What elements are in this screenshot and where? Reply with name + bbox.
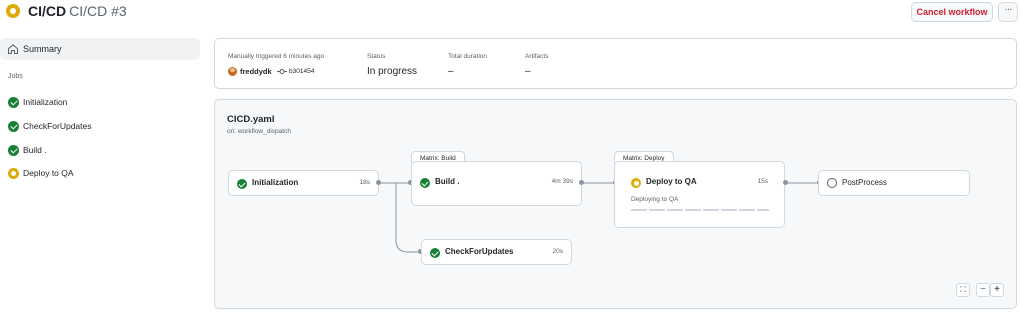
check-circle-icon — [420, 178, 430, 188]
git-commit-icon — [277, 68, 287, 75]
fullscreen-button[interactable]: ⛶ — [956, 283, 970, 297]
workflow-graph: CICD.yaml on: workflow_dispatch Initiali… — [214, 99, 1017, 309]
run-title: CI/CD CI/CD #3 — [28, 2, 127, 20]
job-name: CheckForUpdates — [445, 247, 514, 256]
graph-job-build[interactable]: Build . 4m 39s — [411, 161, 582, 206]
sidebar-item-summary[interactable]: Summary — [0, 38, 200, 60]
sidebar-summary-label: Summary — [23, 44, 62, 54]
status-label: Status — [367, 53, 386, 60]
total-duration-label: Total duration — [448, 53, 488, 60]
jobs-heading: Jobs — [8, 73, 23, 80]
more-options-button[interactable]: ··· — [998, 2, 1018, 22]
run-name: CI/CD #3 — [69, 3, 127, 19]
status-value: In progress — [367, 66, 418, 77]
step-progress-bar — [631, 209, 769, 211]
job-name: Build . — [435, 177, 460, 186]
in-progress-icon — [8, 168, 19, 179]
artifacts-value: – — [525, 66, 531, 77]
job-name: Initialization — [252, 178, 299, 187]
job-duration: 18s — [359, 179, 370, 186]
circle-icon — [827, 178, 837, 188]
zoom-in-button[interactable]: + — [990, 283, 1004, 297]
connector-dot — [376, 180, 381, 185]
sidebar-job-checkforupdates[interactable]: CheckForUpdates — [0, 119, 200, 135]
connector-dot — [783, 180, 788, 185]
sidebar-job-build[interactable]: Build . — [0, 143, 200, 159]
zoom-out-button[interactable]: − — [976, 283, 990, 297]
commit-sha-link[interactable]: b301454 — [289, 68, 314, 75]
trigger-label: Manually triggered 6 minutes ago — [228, 53, 325, 60]
check-circle-icon — [430, 248, 440, 258]
in-progress-icon — [631, 178, 641, 188]
check-circle-icon — [8, 97, 19, 108]
sidebar-job-label: CheckForUpdates — [23, 121, 92, 131]
total-duration-value: – — [448, 66, 454, 77]
graph-job-initialization[interactable]: Initialization 18s — [228, 170, 379, 196]
cancel-workflow-button[interactable]: Cancel workflow — [911, 2, 993, 22]
run-header: CI/CD CI/CD #3 Cancel workflow ··· — [0, 0, 1021, 24]
job-duration: 4m 39s — [551, 178, 573, 185]
sidebar-job-label: Deploy to QA — [23, 168, 74, 178]
check-circle-icon — [8, 145, 19, 156]
job-duration: 15s — [757, 178, 768, 185]
sidebar-job-deploy-to-qa[interactable]: Deploy to QA — [0, 166, 200, 182]
check-circle-icon — [237, 179, 247, 189]
graph-job-deploy-to-qa[interactable]: Deploy to QA 15s Deploying to QA — [614, 161, 785, 228]
job-duration: 20s — [552, 248, 563, 255]
job-name: PostProcess — [842, 178, 887, 187]
home-icon — [7, 44, 19, 55]
graph-job-checkforupdates[interactable]: CheckForUpdates 20s — [421, 239, 572, 265]
avatar — [228, 67, 237, 76]
workflow-name[interactable]: CI/CD — [28, 3, 66, 19]
artifacts-label: Artifacts — [525, 53, 549, 60]
graph-job-postprocess[interactable]: PostProcess — [818, 170, 970, 196]
job-name: Deploy to QA — [646, 177, 697, 186]
sidebar-job-label: Build . — [23, 145, 47, 155]
connector-dot — [579, 180, 584, 185]
check-circle-icon — [8, 121, 19, 132]
run-summary-card: Manually triggered 6 minutes ago freddyd… — [214, 38, 1017, 89]
current-step: Deploying to QA — [631, 196, 679, 203]
actor-link[interactable]: freddydk — [240, 67, 272, 76]
in-progress-icon — [6, 4, 20, 18]
sidebar-job-label: Initialization — [23, 97, 68, 107]
sidebar-job-initialization[interactable]: Initialization — [0, 95, 200, 111]
